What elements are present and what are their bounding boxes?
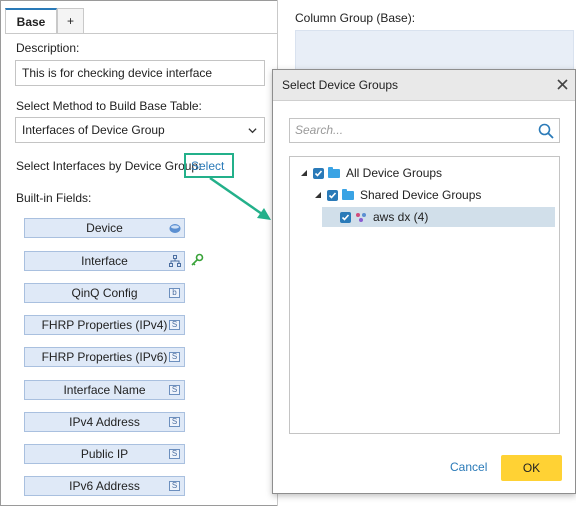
ok-button[interactable]: OK (501, 455, 562, 481)
tree-node-all-device-groups[interactable]: All Device Groups (300, 163, 442, 183)
network-icon (169, 255, 181, 267)
field-label: Interface Name (63, 383, 146, 397)
field-ipv6-address[interactable]: IPv6 Address S (24, 476, 185, 496)
method-select[interactable]: Interfaces of Device Group (15, 117, 265, 143)
column-group-drop-area[interactable] (295, 30, 574, 70)
close-icon[interactable] (556, 78, 569, 91)
check-icon (341, 213, 350, 221)
field-qinq-config[interactable]: QinQ Config b (24, 283, 185, 303)
field-device[interactable]: Device (24, 218, 185, 238)
field-label: FHRP Properties (IPv4) (41, 318, 168, 332)
tab-base[interactable]: Base (5, 8, 57, 33)
select-interfaces-label: Select Interfaces by Device Group: (16, 159, 202, 173)
dialog-title: Select Device Groups (282, 78, 399, 92)
string-type-icon: S (169, 352, 180, 362)
field-ipv4-address[interactable]: IPv4 Address S (24, 412, 185, 432)
device-group-icon (356, 213, 366, 222)
string-type-icon: S (169, 481, 180, 491)
field-interface[interactable]: Interface (24, 251, 185, 271)
boolean-type-icon: b (169, 288, 180, 298)
field-label: Interface (81, 254, 128, 268)
checkbox-checked[interactable] (327, 189, 338, 201)
field-label: IPv6 Address (69, 479, 140, 493)
tree-node-label: Shared Device Groups (360, 188, 482, 202)
folder-icon (342, 188, 354, 200)
tab-divider (5, 33, 277, 34)
string-type-icon: S (169, 385, 180, 395)
chevron-down-icon (248, 128, 257, 134)
method-label: Select Method to Build Base Table: (16, 99, 202, 113)
field-label: IPv4 Address (69, 415, 140, 429)
check-icon (328, 191, 337, 199)
field-label: QinQ Config (71, 286, 138, 300)
string-type-icon: S (169, 320, 180, 330)
check-icon (314, 169, 323, 177)
string-type-icon: S (169, 417, 180, 427)
field-label: FHRP Properties (IPv6) (41, 350, 168, 364)
field-label: Device (86, 221, 123, 235)
search-input[interactable] (295, 123, 535, 137)
tree-node-shared-device-groups[interactable]: Shared Device Groups (314, 185, 481, 205)
key-icon (191, 253, 204, 266)
string-type-icon: S (169, 449, 180, 459)
field-fhrp-ipv6[interactable]: FHRP Properties (IPv6) S (24, 347, 185, 367)
expand-triangle-icon[interactable] (314, 191, 322, 199)
checkbox-checked[interactable] (313, 167, 324, 179)
callout-highlight (184, 153, 234, 178)
search-icon[interactable] (538, 123, 554, 139)
select-device-groups-dialog: Select Device Groups All Device Groups (272, 69, 576, 494)
checkbox-checked[interactable] (340, 211, 351, 223)
expand-triangle-icon[interactable] (300, 169, 308, 177)
description-label: Description: (16, 41, 80, 55)
field-fhrp-ipv4[interactable]: FHRP Properties (IPv4) S (24, 315, 185, 335)
device-group-tree: All Device Groups Shared Device Groups a… (289, 156, 560, 434)
search-box (289, 118, 560, 143)
dialog-header: Select Device Groups (273, 70, 575, 101)
method-select-value: Interfaces of Device Group (22, 123, 165, 137)
builtin-fields-label: Built-in Fields: (16, 191, 92, 205)
tree-node-label: All Device Groups (346, 166, 443, 180)
database-icon (169, 224, 181, 233)
field-interface-name[interactable]: Interface Name S (24, 380, 185, 400)
folder-icon (328, 166, 340, 178)
cancel-button[interactable]: Cancel (450, 460, 487, 474)
description-field[interactable]: This is for checking device interface (15, 60, 265, 86)
field-public-ip[interactable]: Public IP S (24, 444, 185, 464)
tab-add[interactable]: + (57, 8, 84, 33)
field-label: Public IP (80, 447, 129, 461)
column-group-label: Column Group (Base): (295, 11, 416, 25)
tree-node-aws-dx[interactable]: aws dx (4) (322, 207, 555, 227)
tree-node-label: aws dx (4) (373, 210, 429, 224)
